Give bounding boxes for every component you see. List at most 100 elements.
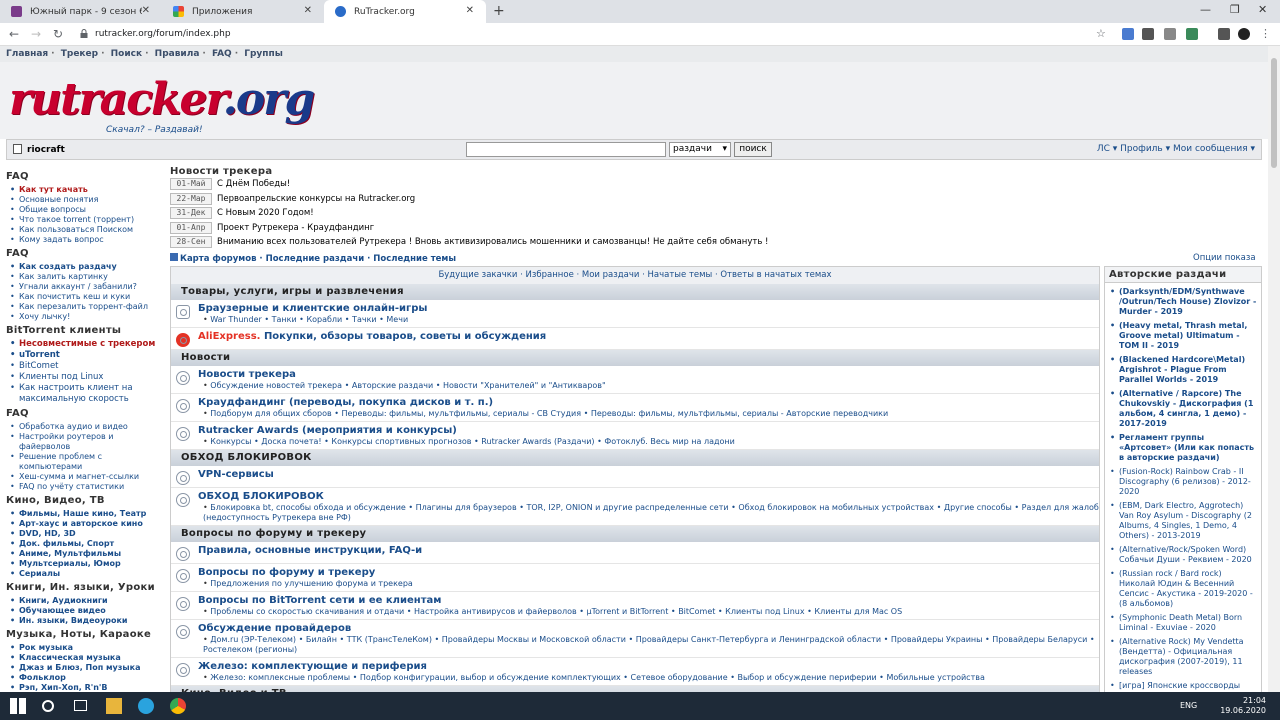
author-release-item[interactable]: [игра] Японские кроссворды JCross [1110, 681, 1259, 692]
sidebar-item[interactable]: Угнали аккаунт / забанили? [10, 282, 166, 292]
close-tab-icon[interactable]: ✕ [466, 5, 474, 16]
author-release-item[interactable]: (EBM, Dark Electro, Aggrotech) Van Roy A… [1110, 501, 1259, 541]
taskbar-clock[interactable]: 21:04 19.06.2020 [1220, 696, 1266, 716]
close-tab-icon[interactable]: ✕ [142, 5, 150, 16]
username-link[interactable]: riocraft [27, 145, 65, 155]
profile-avatar-icon[interactable] [1238, 28, 1250, 40]
file-explorer-icon[interactable] [106, 698, 122, 714]
close-tab-icon[interactable]: ✕ [304, 5, 312, 16]
subforum-links[interactable]: Подборум для общих сборов • Переводы: фи… [198, 409, 1099, 419]
search-type-select[interactable]: раздачи ▾ [669, 142, 731, 157]
sidebar-item[interactable]: uTorrent [10, 350, 166, 361]
news-link[interactable]: С Новым 2020 Годом! [217, 208, 314, 218]
sidebar-item[interactable]: Мультсериалы, Юмор [10, 559, 166, 569]
extension-icon[interactable] [1164, 28, 1176, 40]
reload-icon[interactable]: ↻ [53, 27, 63, 41]
page-scrollbar[interactable] [1268, 46, 1280, 692]
search-button[interactable]: поиск [734, 142, 772, 157]
bookmark-star-icon[interactable]: ☆ [1096, 27, 1106, 40]
author-release-item[interactable]: (Alternative/Rock/Spoken Word) Собачьи Д… [1110, 545, 1259, 565]
forum-title[interactable]: Новости трекера [198, 369, 1099, 381]
sidebar-item[interactable]: Хеш-сумма и магнет-ссылки [10, 472, 166, 482]
task-view-icon[interactable] [74, 700, 87, 711]
sidebar-item[interactable]: Основные понятия [10, 195, 166, 205]
sidebar-item[interactable]: BitComet [10, 361, 166, 372]
sidebar-item[interactable]: DVD, HD, 3D [10, 529, 166, 539]
sidebar-item[interactable]: Общие вопросы [10, 205, 166, 215]
sidebar-item[interactable]: Арт-хаус и авторское кино [10, 519, 166, 529]
maximize-icon[interactable]: ❐ [1230, 3, 1240, 16]
author-release-item[interactable]: (Darksynth/EDM/Synthwave /Outrun/Tech Ho… [1110, 287, 1259, 317]
search-icon[interactable] [42, 700, 54, 712]
author-release-item[interactable]: (Alternative Rock) My Vendetta (Вендетта… [1110, 637, 1259, 677]
address-bar[interactable]: rutracker.org/forum/index.php [95, 29, 231, 39]
sidebar-item[interactable]: Решение проблем с компьютерами [10, 452, 166, 472]
input-language[interactable]: ENG [1180, 701, 1197, 710]
close-window-icon[interactable]: ✕ [1258, 3, 1267, 16]
category-header[interactable]: ОБХОД БЛОКИРОВОК [171, 450, 1099, 466]
author-release-item[interactable]: (Blackened Hardcore\Metal) Argishrot - P… [1110, 355, 1259, 385]
subforum-links[interactable]: Обсуждение новостей трекера • Авторские … [198, 381, 1099, 391]
news-link[interactable]: Вниманию всех пользователей Рутрекера ! … [217, 237, 768, 247]
sidebar-item[interactable]: Сериалы [10, 569, 166, 579]
quick-links[interactable]: Будущие закачки · Избранное · Мои раздач… [438, 270, 831, 280]
sidebar-item[interactable]: Обучающее видео [10, 606, 166, 616]
lock-icon[interactable] [80, 29, 88, 38]
tab-rutracker[interactable]: RuTracker.org ✕ [324, 0, 486, 23]
forum-title[interactable]: Вопросы по форуму и трекеру [198, 567, 1099, 579]
nav-faq[interactable]: FAQ [212, 49, 232, 59]
sidebar-item[interactable]: Обработка аудио и видео [10, 422, 166, 432]
author-release-item[interactable]: (Alternative / Rapcore) The Chukovskiy -… [1110, 389, 1259, 429]
translate-extension-icon[interactable] [1122, 28, 1134, 40]
sidebar-item[interactable]: FAQ по учёту статистики [10, 482, 166, 492]
subforum-links[interactable]: Конкурсы • Доска почета! • Конкурсы спор… [198, 437, 1099, 447]
sidebar-item[interactable]: Кому задать вопрос [10, 235, 166, 245]
subforum-links[interactable]: Дом.ru (ЭР-Телеком) • Билайн • ТТК (Тран… [198, 635, 1099, 655]
extension-badge-icon[interactable] [1186, 28, 1198, 40]
forum-map-link[interactable]: Карта форумов · Последние раздачи · Посл… [180, 254, 456, 264]
sidebar-item[interactable]: Как пользоваться Поиском [10, 225, 166, 235]
sidebar-item[interactable]: Как создать раздачу [10, 262, 166, 272]
sidebar-item[interactable]: Рок музыка [10, 643, 166, 653]
nav-search[interactable]: Поиск [111, 49, 142, 59]
category-header[interactable]: Новости [171, 350, 1099, 366]
sidebar-item[interactable]: Фольклор [10, 673, 166, 683]
forum-title[interactable]: Правила, основные инструкции, FAQ-и [198, 545, 1099, 557]
forum-title[interactable]: AliExpress. Покупки, обзоры товаров, сов… [198, 331, 1099, 343]
author-release-item[interactable]: Регламент группы «Артсовет» (Или как поп… [1110, 433, 1259, 463]
nav-home[interactable]: Главная [6, 49, 48, 59]
forum-title[interactable]: Краудфандинг (переводы, покупка дисков и… [198, 397, 1099, 409]
sidebar-item[interactable]: Док. фильмы, Спорт [10, 539, 166, 549]
site-logo[interactable]: rutracker.org [9, 74, 315, 125]
subforum-links[interactable]: Железо: комплексные проблемы • Подбор ко… [198, 673, 1099, 683]
category-header[interactable]: Вопросы по форуму и трекеру [171, 526, 1099, 542]
subforum-links[interactable]: Предложения по улучшению форума и трекер… [198, 579, 1099, 589]
sidebar-item[interactable]: Настройки роутеров и файерволов [10, 432, 166, 452]
forum-title[interactable]: Железо: комплектующие и периферия [198, 661, 1099, 673]
sidebar-item[interactable]: Хочу лычку! [10, 312, 166, 322]
sidebar-item[interactable]: Классическая музыка [10, 653, 166, 663]
windows-start-icon[interactable] [10, 698, 26, 714]
forum-title[interactable]: Rutracker Awards (мероприятия и конкурсы… [198, 425, 1099, 437]
telegram-icon[interactable] [138, 698, 154, 714]
sidebar-item[interactable]: Книги, Аудиокниги [10, 596, 166, 606]
sidebar-item[interactable]: Что такое torrent (торрент) [10, 215, 166, 225]
sidebar-item[interactable]: Как тут качать [10, 185, 166, 195]
author-release-item[interactable]: (Russian rock / Bard rock) Николай Юдин … [1110, 569, 1259, 609]
chrome-icon[interactable] [170, 698, 186, 714]
nav-rules[interactable]: Правила [155, 49, 200, 59]
extension-shield-icon[interactable] [1142, 28, 1154, 40]
forum-title[interactable]: Вопросы по BitTorrent сети и ее клиентам [198, 595, 1099, 607]
sidebar-item[interactable]: Ин. языки, Видеоуроки [10, 616, 166, 626]
sidebar-item[interactable]: Как залить картинку [10, 272, 166, 282]
sidebar-item[interactable]: Как настроить клиент на максимальную ско… [10, 383, 166, 405]
category-header[interactable]: Товары, услуги, игры и развлечения [171, 284, 1099, 300]
display-options-link[interactable]: Опции показа [1193, 253, 1256, 263]
forum-title[interactable]: Обсуждение провайдеров [198, 623, 1099, 635]
sidebar-item[interactable]: Несовместимые с трекером [10, 339, 166, 350]
forum-title[interactable]: ОБХОД БЛОКИРОВОК [198, 491, 1099, 503]
sidebar-item[interactable]: Джаз и Блюз, Поп музыка [10, 663, 166, 673]
forum-title[interactable]: Браузерные и клиентские онлайн-игры [198, 303, 1099, 315]
subforum-links[interactable]: Блокировка bt, способы обхода и обсужден… [198, 503, 1099, 523]
new-tab-button[interactable]: + [493, 3, 505, 19]
